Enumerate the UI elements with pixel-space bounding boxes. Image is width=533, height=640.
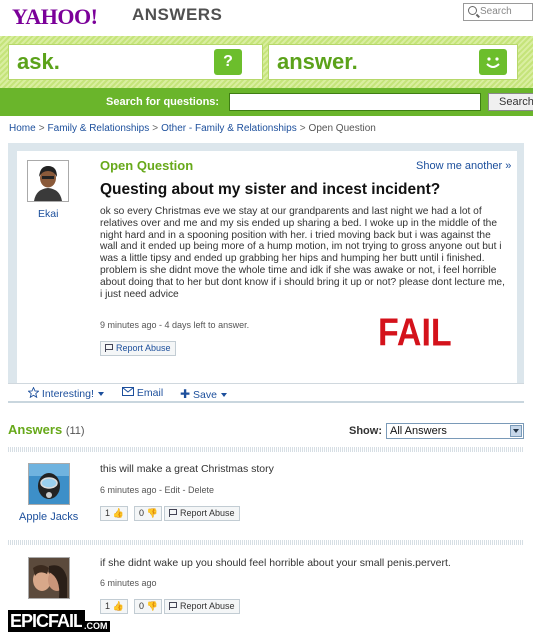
answer-1-avatar[interactable] — [28, 463, 70, 505]
report-abuse-label: Report Abuse — [116, 343, 171, 353]
answer-2-text: if she didnt wake up you should feel hor… — [100, 557, 451, 569]
breadcrumb: Home > Family & Relationships > Other - Fami… — [9, 123, 376, 134]
chevron-down-icon — [220, 393, 227, 397]
show-label: Show: — [349, 425, 382, 437]
chevron-down-icon[interactable] — [510, 425, 522, 437]
answer-1-report-label: Report Abuse — [180, 508, 235, 518]
search-label: Search for questions: — [106, 96, 220, 108]
answer-2-avatar[interactable] — [28, 557, 70, 599]
question-search-bar: Search for questions: Search — [0, 88, 533, 116]
flag-icon — [169, 602, 177, 610]
ask-question-icon[interactable]: ? — [214, 49, 242, 75]
envelope-icon — [122, 387, 134, 396]
thumbs-down-count: 0 — [139, 508, 145, 518]
answer-2-report-abuse-button[interactable]: Report Abuse — [164, 599, 240, 614]
email-label: Email — [136, 387, 164, 399]
show-another-link[interactable]: Show me another » — [416, 160, 511, 172]
answer-2-meta: 6 minutes ago — [100, 578, 157, 588]
answers-heading: Answers (11) — [8, 422, 85, 437]
answers-title: Answers — [8, 422, 63, 437]
answer-1-username[interactable]: Apple Jacks — [19, 511, 78, 523]
answer-1-meta: 6 minutes ago - Edit - Delete — [100, 485, 215, 495]
plus-icon: ✚ — [180, 387, 191, 401]
chevron-down-icon — [97, 392, 104, 396]
asker-avatar[interactable] — [27, 160, 69, 202]
thumbs-down-button[interactable]: 0 👎 — [134, 599, 162, 614]
question-body: ok so every Christmas eve we stay at our… — [100, 206, 505, 300]
ask-label: ask. — [17, 49, 60, 74]
star-icon — [27, 386, 40, 399]
thumbs-down-button[interactable]: 0 👎 — [134, 506, 162, 521]
ask-answer-band: ask. ? answer. — [0, 36, 533, 88]
thumbs-down-icon: 👎 — [146, 508, 158, 518]
ask-box[interactable]: ask. ? — [8, 44, 263, 80]
divider — [8, 540, 524, 545]
question-title: Questing about my sister and incest inci… — [100, 181, 441, 198]
yahoo-logo[interactable]: YAHOO! — [12, 4, 98, 30]
question-search-input[interactable] — [229, 93, 481, 111]
email-button[interactable]: Email — [122, 387, 163, 399]
thumbs-down-icon: 👎 — [146, 601, 158, 611]
question-actions-bar: Interesting! Email ✚ Save — [8, 383, 524, 403]
watermark-suffix: .COM — [82, 621, 110, 632]
answer-1-report-abuse-button[interactable]: Report Abuse — [164, 506, 240, 521]
fail-overlay-text: FAIL — [378, 311, 452, 355]
asker-name[interactable]: Ekai — [38, 208, 58, 220]
interesting-label: Interesting! — [41, 388, 94, 400]
smiley-icon[interactable] — [479, 49, 507, 75]
top-search-input[interactable]: Search — [463, 3, 533, 21]
answers-count: (11) — [65, 425, 85, 437]
answer-1-text: this will make a great Christmas story — [100, 463, 274, 475]
answer-2-report-label: Report Abuse — [180, 601, 235, 611]
thumbs-up-button[interactable]: 1 👍 — [100, 506, 128, 521]
breadcrumb-family[interactable]: Family & Relationships — [48, 123, 150, 134]
thumbs-up-count: 1 — [105, 508, 111, 518]
answer-box[interactable]: answer. — [268, 44, 518, 80]
search-icon — [468, 6, 477, 15]
show-filter-value: All Answers — [390, 425, 447, 437]
question-status: Open Question — [100, 158, 194, 173]
divider — [8, 447, 524, 452]
question-timestamp: 9 minutes ago - 4 days left to answer. — [100, 320, 250, 330]
breadcrumb-other[interactable]: Other - Family & Relationships — [161, 123, 297, 134]
show-filter-select[interactable]: All Answers — [386, 423, 524, 439]
watermark-main: EPICFAIL — [8, 610, 86, 632]
thumbs-up-icon: 👍 — [112, 601, 124, 611]
top-search-placeholder: Search — [480, 6, 512, 17]
save-label: Save — [192, 389, 217, 401]
answers-wordmark[interactable]: ANSWERS — [132, 5, 222, 25]
save-button[interactable]: ✚ Save — [180, 387, 227, 401]
report-abuse-button[interactable]: Report Abuse — [100, 341, 176, 356]
flag-icon — [105, 344, 113, 352]
epicfail-watermark: EPICFAIL .COM — [8, 610, 110, 636]
thumbs-down-count: 0 — [139, 601, 145, 611]
thumbs-up-icon: 👍 — [112, 508, 124, 518]
search-button[interactable]: Search — [488, 93, 533, 111]
answer-label: answer. — [277, 49, 358, 74]
breadcrumb-current: Open Question — [308, 123, 376, 134]
interesting-button[interactable]: Interesting! — [27, 386, 104, 400]
breadcrumb-home[interactable]: Home — [9, 123, 36, 134]
flag-icon — [169, 509, 177, 517]
